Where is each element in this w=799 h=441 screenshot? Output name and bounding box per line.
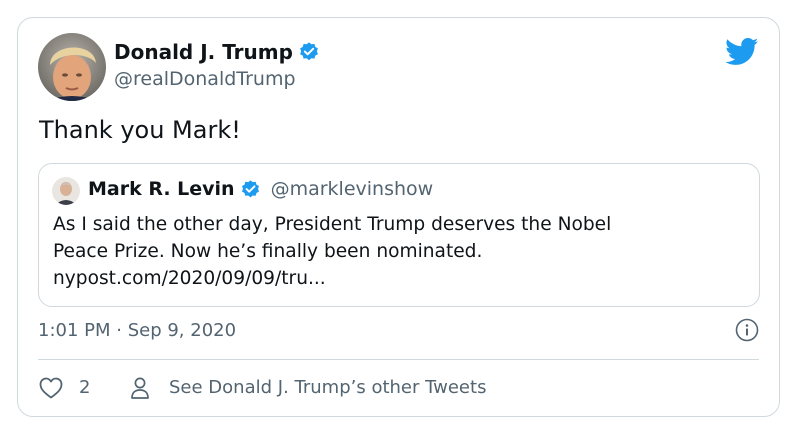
quote-text-line: As I said the other day, President Trump… [53, 214, 612, 235]
quoted-tweet[interactable]: Mark R. Levin @marklevinshow As I said t… [38, 163, 760, 307]
author-avatar[interactable] [38, 33, 106, 101]
quote-author[interactable]: Mark R. Levin @marklevinshow [88, 178, 433, 200]
quote-link[interactable]: nypost.com/2020/09/09/tru... [53, 268, 326, 289]
quote-text-line: Peace Prize. Now he’s finally been nomin… [53, 241, 483, 262]
tweet-text: Thank you Mark! [39, 116, 241, 144]
author-name-text: Donald J. Trump [114, 40, 293, 64]
author-name[interactable]: Donald J. Trump [114, 40, 320, 64]
divider [38, 359, 759, 360]
tweet-timestamp[interactable]: 1:01 PM · Sep 9, 2020 [38, 320, 236, 341]
heart-icon[interactable] [39, 377, 63, 399]
author-handle[interactable]: @realDonaldTrump [114, 68, 296, 90]
quote-author-avatar[interactable] [52, 177, 80, 205]
quote-author-name: Mark R. Levin [88, 178, 235, 200]
info-icon[interactable] [735, 318, 759, 342]
verified-badge-icon [298, 41, 320, 63]
twitter-bird-icon[interactable] [725, 38, 759, 66]
like-count: 2 [79, 377, 91, 398]
quote-author-handle: @marklevinshow [270, 178, 434, 200]
see-other-tweets-link[interactable]: See Donald J. Trump’s other Tweets [169, 377, 486, 398]
person-icon[interactable] [130, 376, 150, 400]
tweet-card: Donald J. Trump @realDonaldTrump Thank y… [17, 17, 780, 417]
verified-badge-icon [240, 179, 261, 200]
